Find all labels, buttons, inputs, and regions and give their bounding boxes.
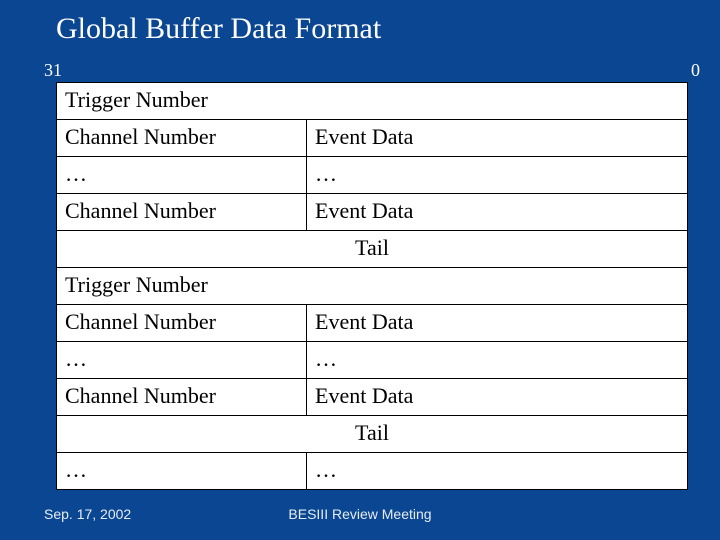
row-full: Trigger Number (57, 268, 688, 305)
row-full: Trigger Number (57, 83, 688, 120)
bit-label-lsb: 0 (691, 60, 700, 81)
table-row: Trigger Number (57, 83, 688, 120)
table-row: Tail (57, 231, 688, 268)
row-right: Event Data (307, 305, 688, 342)
format-table: Trigger NumberChannel NumberEvent Data……… (56, 82, 688, 490)
table-row: Channel NumberEvent Data (57, 194, 688, 231)
table-row: …… (57, 453, 688, 490)
row-left: Channel Number (57, 379, 307, 416)
table-row: Channel NumberEvent Data (57, 379, 688, 416)
row-center: Tail (57, 231, 688, 268)
slide-title: Global Buffer Data Format (56, 12, 381, 46)
row-left: Channel Number (57, 194, 307, 231)
bit-label-msb: 31 (44, 60, 62, 81)
row-right: … (307, 342, 688, 379)
table-row: Trigger Number (57, 268, 688, 305)
row-left: … (57, 157, 307, 194)
row-left: Channel Number (57, 305, 307, 342)
footer-center: BESIII Review Meeting (0, 506, 720, 522)
row-right: … (307, 157, 688, 194)
row-left: Channel Number (57, 120, 307, 157)
row-right: … (307, 453, 688, 490)
format-table-wrap: Trigger NumberChannel NumberEvent Data……… (56, 82, 688, 490)
row-right: Event Data (307, 379, 688, 416)
table-row: Channel NumberEvent Data (57, 120, 688, 157)
table-row: …… (57, 342, 688, 379)
row-left: … (57, 342, 307, 379)
table-row: Channel NumberEvent Data (57, 305, 688, 342)
table-row: Tail (57, 416, 688, 453)
row-left: … (57, 453, 307, 490)
row-center: Tail (57, 416, 688, 453)
row-right: Event Data (307, 194, 688, 231)
table-row: …… (57, 157, 688, 194)
slide: Global Buffer Data Format 31 0 Trigger N… (0, 0, 720, 540)
row-right: Event Data (307, 120, 688, 157)
